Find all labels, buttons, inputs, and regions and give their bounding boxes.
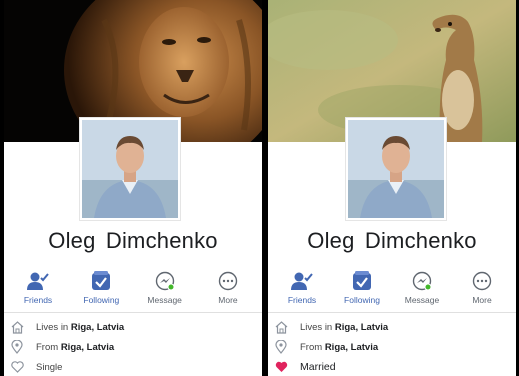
- friends-label: Friends: [287, 295, 317, 305]
- more-icon: [202, 270, 254, 292]
- more-label: More: [472, 295, 492, 305]
- following-button[interactable]: Following: [336, 270, 388, 310]
- profile-panel-right: Oleg Dimchenko Friends Following Message…: [268, 0, 516, 376]
- profile-avatar[interactable]: [346, 118, 446, 220]
- message-button[interactable]: Message: [139, 270, 191, 310]
- lives-in-row[interactable]: Lives in Riga, Latvia: [10, 317, 258, 337]
- intro-info: Lives in Riga, Latvia From Riga, Latvia: [10, 317, 258, 376]
- profile-avatar[interactable]: [80, 118, 180, 220]
- relationship-status: Married: [300, 361, 336, 373]
- home-icon: [274, 320, 288, 334]
- following-icon: [75, 270, 127, 292]
- following-label: Following: [83, 295, 120, 305]
- heart-outline-icon: [10, 360, 24, 374]
- intro-info: Lives in Riga, Latvia From Riga, Latvia: [274, 317, 512, 376]
- friends-button[interactable]: Friends: [12, 270, 64, 310]
- profile-name: Oleg Dimchenko: [307, 228, 477, 253]
- lives-place[interactable]: Riga, Latvia: [71, 322, 124, 333]
- more-button[interactable]: More: [456, 270, 508, 310]
- location-pin-icon: [10, 340, 24, 354]
- following-button[interactable]: Following: [75, 270, 127, 310]
- relationship-row[interactable]: Married: [274, 357, 512, 376]
- divider: [4, 312, 262, 313]
- profile-name: Oleg Dimchenko: [48, 228, 218, 253]
- from-row[interactable]: From Riga, Latvia: [274, 337, 512, 357]
- from-prefix: From: [36, 341, 59, 353]
- lives-prefix: Lives in: [36, 321, 69, 333]
- from-place[interactable]: Riga, Latvia: [325, 342, 378, 353]
- profile-actions: Friends Following Message More: [268, 270, 516, 310]
- from-place[interactable]: Riga, Latvia: [61, 342, 114, 353]
- divider: [268, 312, 516, 313]
- following-icon: [336, 270, 388, 292]
- location-pin-icon: [274, 340, 288, 354]
- heart-filled-icon: [274, 360, 288, 374]
- lives-prefix: Lives in: [300, 321, 333, 333]
- friends-button[interactable]: Friends: [276, 270, 328, 310]
- message-label: Message: [147, 295, 182, 305]
- friends-icon: [276, 270, 328, 292]
- message-button[interactable]: Message: [396, 270, 448, 310]
- relationship-status: Single: [36, 361, 63, 373]
- messenger-icon: [139, 270, 191, 292]
- friends-icon: [12, 270, 64, 292]
- following-label: Following: [344, 295, 380, 305]
- profile-panel-left: Oleg Dimchenko Friends Following Message…: [4, 0, 262, 376]
- more-label: More: [218, 295, 238, 305]
- lives-place[interactable]: Riga, Latvia: [335, 322, 388, 333]
- relationship-row[interactable]: Single: [10, 357, 258, 376]
- lives-in-row[interactable]: Lives in Riga, Latvia: [274, 317, 512, 337]
- comparison-stage: Oleg Dimchenko Friends Following Message…: [0, 0, 519, 376]
- messenger-icon: [396, 270, 448, 292]
- friends-label: Friends: [23, 295, 53, 305]
- from-prefix: From: [300, 341, 323, 353]
- more-button[interactable]: More: [202, 270, 254, 310]
- message-label: Message: [404, 295, 440, 305]
- profile-actions: Friends Following Message More: [4, 270, 262, 310]
- from-row[interactable]: From Riga, Latvia: [10, 337, 258, 357]
- home-icon: [10, 320, 24, 334]
- more-icon: [456, 270, 508, 292]
